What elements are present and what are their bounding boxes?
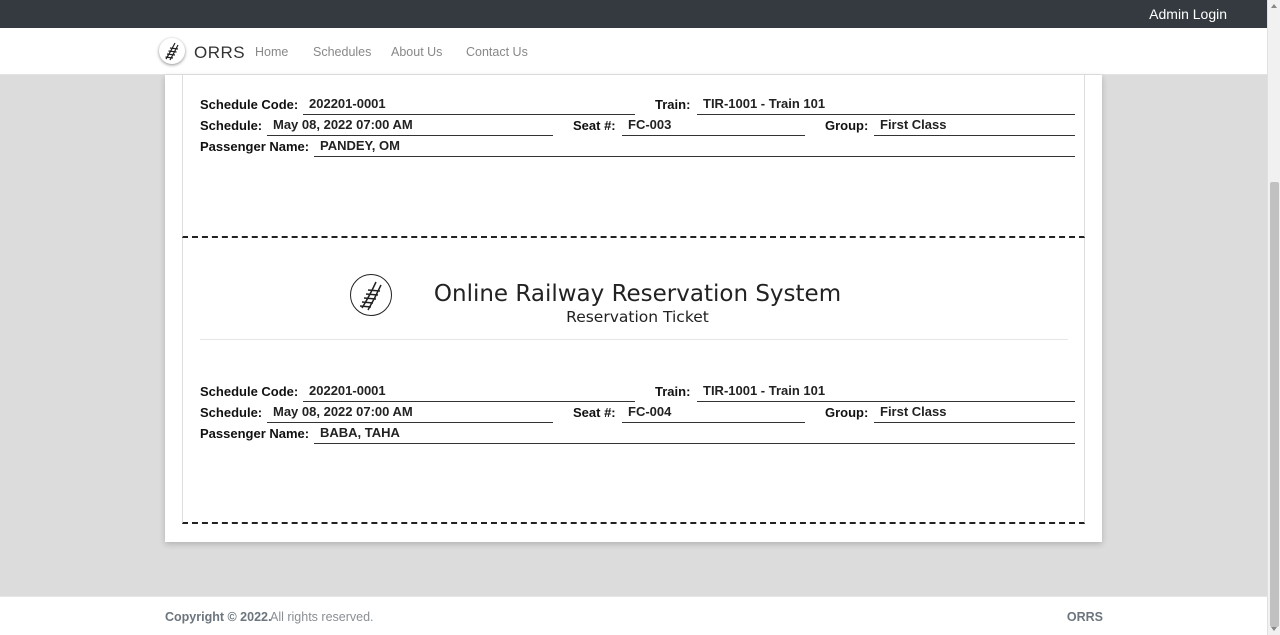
schedule-value: May 08, 2022 07:00 AM bbox=[267, 404, 553, 423]
group-value: First Class bbox=[874, 117, 1075, 136]
header-divider bbox=[200, 339, 1068, 340]
scroll-thumb[interactable] bbox=[1270, 182, 1279, 627]
scroll-down-arrow-icon[interactable] bbox=[1271, 627, 1277, 631]
page: Admin Login ORRS Home Schedules About Us… bbox=[0, 0, 1267, 635]
schedule-label: Schedule: bbox=[200, 118, 263, 133]
train-label: Train: bbox=[655, 97, 691, 112]
ticket-sheet: Schedule Code: 202201-0001 Train: TIR-10… bbox=[165, 75, 1102, 542]
seat-value: FC-003 bbox=[622, 117, 805, 136]
ticket-subtitle: Reservation Ticket bbox=[566, 308, 709, 326]
nav-schedules[interactable]: Schedules bbox=[313, 45, 371, 59]
admin-login-link[interactable]: Admin Login bbox=[1149, 6, 1227, 22]
schedule-label: Schedule: bbox=[200, 405, 263, 420]
group-label: Group: bbox=[825, 405, 869, 420]
seat-label: Seat #: bbox=[573, 405, 616, 420]
train-value: TIR-1001 - Train 101 bbox=[697, 383, 1075, 402]
page-scrollbar[interactable] bbox=[1267, 0, 1280, 635]
group-label: Group: bbox=[825, 118, 869, 133]
schedule-code-value: 202201-0001 bbox=[303, 383, 635, 402]
schedule-code-label: Schedule Code: bbox=[200, 384, 299, 399]
system-title: Online Railway Reservation System bbox=[433, 281, 842, 307]
seat-label: Seat #: bbox=[573, 118, 616, 133]
ticket-card: Schedule Code: 202201-0001 Train: TIR-10… bbox=[182, 75, 1085, 238]
navbar: ORRS Home Schedules About Us Contact Us bbox=[0, 28, 1267, 75]
nav-contact-us[interactable]: Contact Us bbox=[466, 45, 528, 59]
brand-name[interactable]: ORRS bbox=[194, 43, 245, 63]
passenger-name-label: Passenger Name: bbox=[200, 139, 310, 154]
nav-about-us[interactable]: About Us bbox=[391, 45, 442, 59]
seat-value: FC-004 bbox=[622, 404, 805, 423]
schedule-code-label: Schedule Code: bbox=[200, 97, 299, 112]
rights-text: All rights reserved. bbox=[270, 610, 374, 624]
passenger-name-label: Passenger Name: bbox=[200, 426, 310, 441]
top-admin-bar: Admin Login bbox=[0, 0, 1267, 28]
scroll-up-arrow-icon[interactable] bbox=[1271, 4, 1277, 8]
copyright-text: Copyright © 2022. bbox=[165, 610, 272, 624]
group-value: First Class bbox=[874, 404, 1075, 423]
train-value: TIR-1001 - Train 101 bbox=[697, 96, 1075, 115]
schedule-value: May 08, 2022 07:00 AM bbox=[267, 117, 553, 136]
passenger-name-value: BABA, TAHA bbox=[314, 425, 1075, 444]
train-label: Train: bbox=[655, 384, 691, 399]
passenger-name-value: PANDEY, OM bbox=[314, 138, 1075, 157]
nav-home[interactable]: Home bbox=[255, 45, 288, 59]
brand-logo-icon[interactable] bbox=[159, 38, 185, 64]
footer-brand: ORRS bbox=[1066, 610, 1103, 624]
schedule-code-value: 202201-0001 bbox=[303, 96, 635, 115]
footer: Copyright © 2022. All rights reserved. O… bbox=[0, 596, 1267, 635]
ticket-card: Online Railway Reservation System Reserv… bbox=[182, 238, 1085, 524]
